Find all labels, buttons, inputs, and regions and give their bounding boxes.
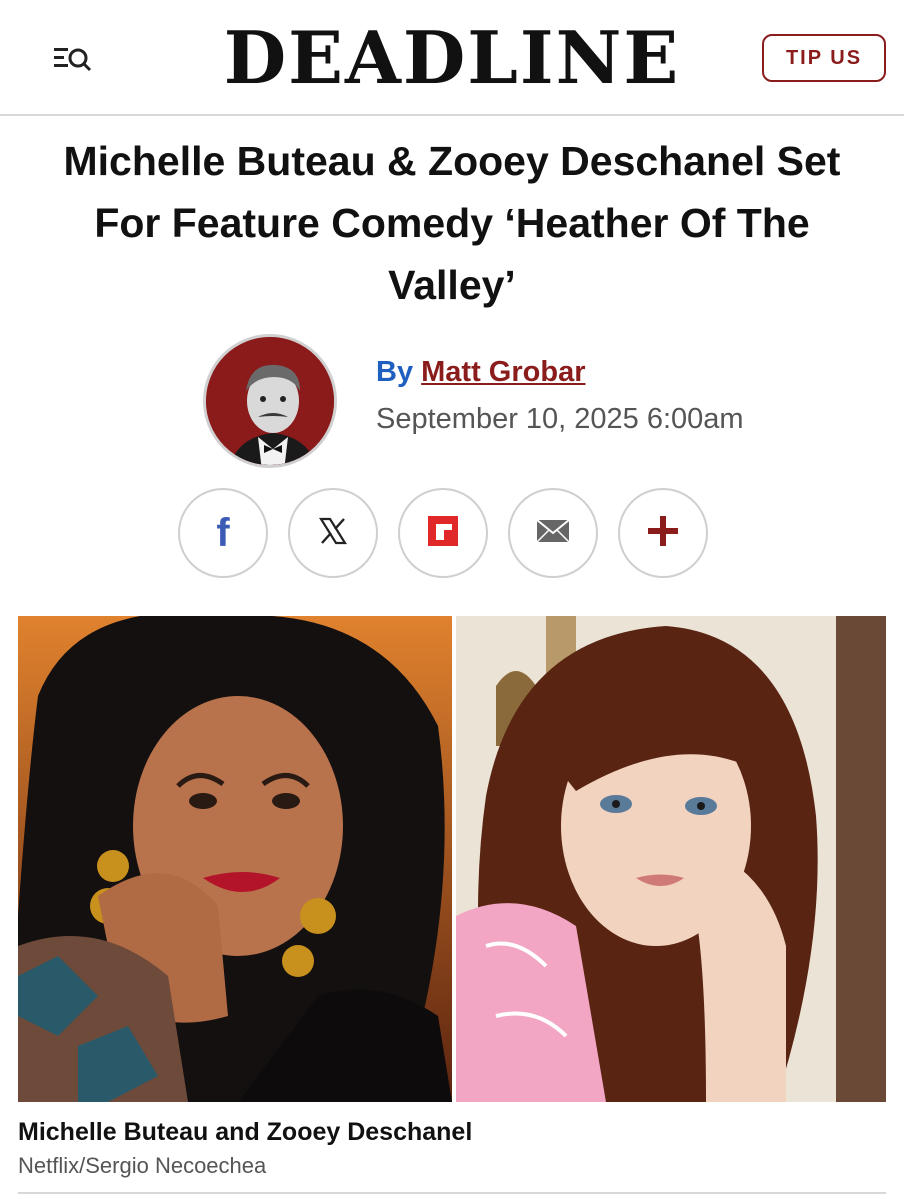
author-avatar[interactable] bbox=[203, 334, 337, 468]
share-email-button[interactable] bbox=[508, 488, 598, 578]
author-link[interactable]: Matt Grobar bbox=[421, 356, 585, 388]
photo-michelle-buteau bbox=[18, 616, 452, 1102]
publish-date: September 10, 2025 6:00am bbox=[376, 403, 744, 435]
flipboard-icon bbox=[426, 514, 460, 553]
share-facebook-button[interactable]: f bbox=[178, 488, 268, 578]
plus-icon bbox=[646, 514, 680, 553]
photo-credit: Netflix/Sergio Necoechea bbox=[18, 1153, 267, 1178]
site-header: DEADLINE TIP US bbox=[0, 0, 904, 116]
byline-prefix: By bbox=[376, 356, 414, 388]
facebook-icon: f bbox=[216, 510, 230, 555]
email-icon bbox=[536, 518, 570, 548]
byline: By Matt Grobar bbox=[376, 356, 585, 389]
x-icon bbox=[318, 516, 348, 551]
article-headline: Michelle Buteau & Zooey Deschanel Set Fo… bbox=[63, 138, 841, 308]
photo-zooey-deschanel bbox=[456, 616, 886, 1102]
share-x-button[interactable] bbox=[288, 488, 378, 578]
photo-caption: Michelle Buteau and Zooey Deschanel bbox=[18, 1118, 473, 1146]
share-more-button[interactable] bbox=[618, 488, 708, 578]
divider bbox=[18, 1192, 886, 1194]
tip-us-button[interactable]: TIP US bbox=[762, 34, 886, 82]
share-flipboard-button[interactable] bbox=[398, 488, 488, 578]
